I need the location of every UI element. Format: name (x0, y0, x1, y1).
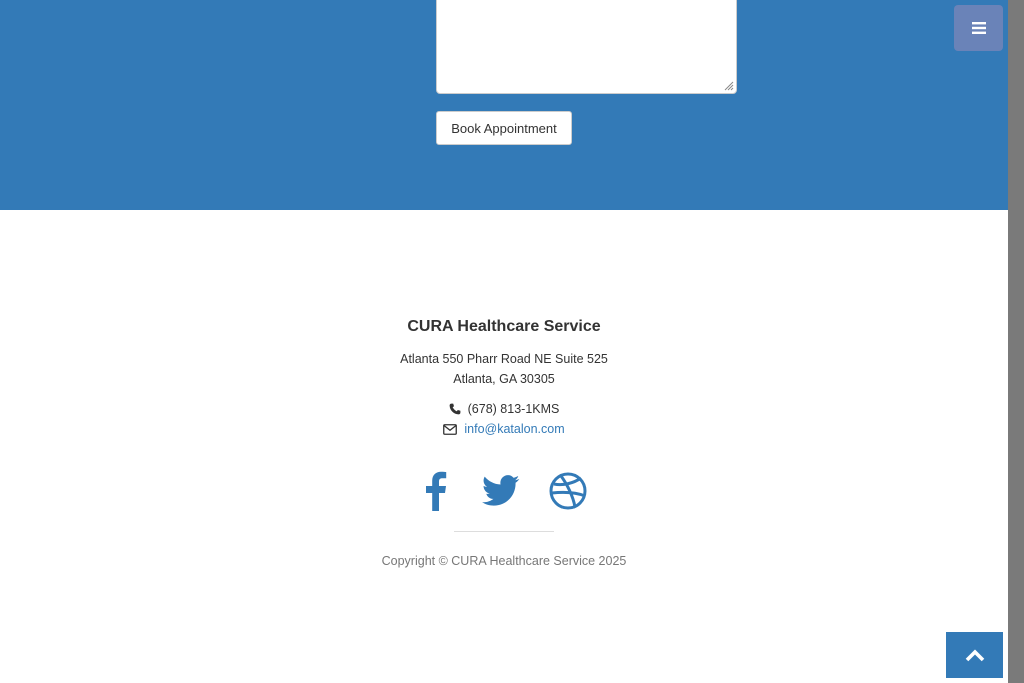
copyright-text: Copyright © CURA Healthcare Service 2025 (381, 554, 627, 568)
menu-toggle-button[interactable] (954, 5, 1003, 51)
envelope-icon (443, 423, 458, 435)
resize-handle-icon[interactable] (722, 79, 734, 91)
book-appointment-button[interactable]: Book Appointment (436, 111, 572, 145)
twitter-icon (482, 475, 520, 506)
footer-divider (454, 531, 554, 532)
appointment-section: Book Appointment (0, 0, 1008, 210)
address-line-2: Atlanta, GA 30305 (453, 372, 555, 386)
dribbble-link[interactable] (546, 468, 590, 514)
bars-icon (971, 22, 986, 34)
email-row: info@katalon.com (0, 422, 1008, 436)
page: Book Appointment CURA Healthcare Service… (0, 0, 1024, 683)
dribbble-icon (549, 472, 587, 510)
address-line-1: Atlanta 550 Pharr Road NE Suite 525 (400, 352, 608, 366)
phone-number: (678) 813-1KMS (467, 402, 560, 416)
footer: CURA Healthcare Service Atlanta 550 Phar… (0, 210, 1008, 683)
phone-row: (678) 813-1KMS (0, 402, 1008, 416)
facebook-link[interactable] (414, 468, 456, 514)
scrollbar[interactable] (1008, 0, 1024, 683)
footer-title: CURA Healthcare Service (407, 318, 601, 335)
scroll-to-top-button[interactable] (946, 632, 1003, 678)
facebook-icon (426, 471, 447, 511)
phone-icon (449, 403, 461, 415)
twitter-link[interactable] (478, 468, 524, 514)
comment-textarea[interactable] (436, 0, 737, 94)
chevron-up-icon (965, 649, 984, 662)
email-link[interactable]: info@katalon.com (464, 422, 564, 436)
